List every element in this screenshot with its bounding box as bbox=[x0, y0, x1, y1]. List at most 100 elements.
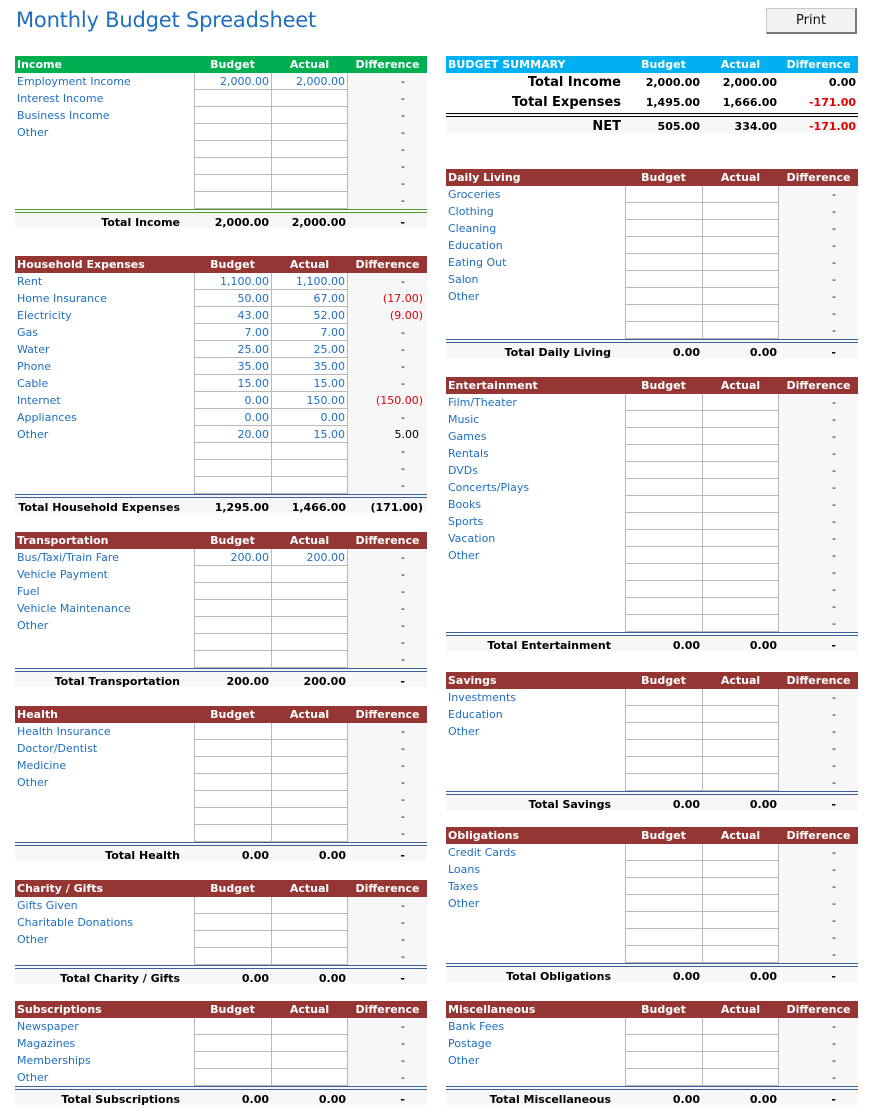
budget-cell[interactable] bbox=[625, 912, 702, 929]
budget-cell[interactable] bbox=[194, 634, 271, 651]
budget-cell[interactable] bbox=[194, 1052, 271, 1069]
actual-cell[interactable] bbox=[271, 617, 348, 634]
budget-cell[interactable]: 0.00 bbox=[194, 392, 271, 409]
budget-cell[interactable] bbox=[625, 723, 702, 740]
actual-cell[interactable] bbox=[271, 634, 348, 651]
actual-cell[interactable] bbox=[702, 254, 779, 271]
actual-cell[interactable] bbox=[271, 808, 348, 825]
actual-cell[interactable] bbox=[702, 411, 779, 428]
actual-cell[interactable] bbox=[271, 897, 348, 914]
budget-cell[interactable] bbox=[194, 566, 271, 583]
budget-cell[interactable] bbox=[625, 394, 702, 411]
actual-cell[interactable] bbox=[702, 689, 779, 706]
budget-cell[interactable] bbox=[194, 651, 271, 668]
budget-cell[interactable]: 1,100.00 bbox=[194, 273, 271, 290]
actual-cell[interactable] bbox=[271, 651, 348, 668]
actual-cell[interactable] bbox=[702, 428, 779, 445]
budget-cell[interactable] bbox=[194, 791, 271, 808]
actual-cell[interactable] bbox=[702, 220, 779, 237]
budget-cell[interactable] bbox=[625, 496, 702, 513]
actual-cell[interactable] bbox=[702, 878, 779, 895]
budget-cell[interactable] bbox=[625, 615, 702, 632]
budget-cell[interactable] bbox=[194, 107, 271, 124]
actual-cell[interactable]: 15.00 bbox=[271, 426, 348, 443]
actual-cell[interactable] bbox=[271, 1069, 348, 1086]
budget-cell[interactable] bbox=[625, 1018, 702, 1035]
budget-cell[interactable] bbox=[625, 598, 702, 615]
actual-cell[interactable] bbox=[271, 757, 348, 774]
actual-cell[interactable] bbox=[702, 271, 779, 288]
actual-cell[interactable] bbox=[271, 1052, 348, 1069]
actual-cell[interactable] bbox=[271, 948, 348, 965]
budget-cell[interactable] bbox=[625, 878, 702, 895]
budget-cell[interactable] bbox=[194, 723, 271, 740]
budget-cell[interactable] bbox=[194, 141, 271, 158]
budget-cell[interactable] bbox=[625, 462, 702, 479]
budget-cell[interactable] bbox=[625, 186, 702, 203]
budget-cell[interactable]: 20.00 bbox=[194, 426, 271, 443]
budget-cell[interactable] bbox=[625, 946, 702, 963]
budget-cell[interactable] bbox=[625, 774, 702, 791]
actual-cell[interactable]: 0.00 bbox=[271, 409, 348, 426]
budget-cell[interactable] bbox=[194, 825, 271, 842]
actual-cell[interactable] bbox=[271, 460, 348, 477]
actual-cell[interactable]: 35.00 bbox=[271, 358, 348, 375]
budget-cell[interactable] bbox=[625, 757, 702, 774]
actual-cell[interactable] bbox=[271, 931, 348, 948]
budget-cell[interactable] bbox=[625, 689, 702, 706]
actual-cell[interactable] bbox=[702, 237, 779, 254]
actual-cell[interactable] bbox=[271, 583, 348, 600]
budget-cell[interactable] bbox=[625, 581, 702, 598]
actual-cell[interactable] bbox=[702, 530, 779, 547]
actual-cell[interactable] bbox=[702, 394, 779, 411]
actual-cell[interactable] bbox=[702, 723, 779, 740]
actual-cell[interactable] bbox=[702, 861, 779, 878]
budget-cell[interactable] bbox=[194, 477, 271, 494]
budget-cell[interactable] bbox=[194, 460, 271, 477]
actual-cell[interactable] bbox=[702, 912, 779, 929]
actual-cell[interactable] bbox=[702, 774, 779, 791]
budget-cell[interactable]: 25.00 bbox=[194, 341, 271, 358]
actual-cell[interactable] bbox=[702, 305, 779, 322]
budget-cell[interactable]: 2,000.00 bbox=[194, 73, 271, 90]
budget-cell[interactable] bbox=[625, 288, 702, 305]
budget-cell[interactable] bbox=[194, 90, 271, 107]
actual-cell[interactable] bbox=[702, 462, 779, 479]
actual-cell[interactable] bbox=[271, 825, 348, 842]
budget-cell[interactable] bbox=[625, 305, 702, 322]
budget-cell[interactable] bbox=[194, 757, 271, 774]
budget-cell[interactable]: 200.00 bbox=[194, 549, 271, 566]
budget-cell[interactable] bbox=[194, 948, 271, 965]
budget-cell[interactable] bbox=[625, 1069, 702, 1086]
actual-cell[interactable] bbox=[702, 496, 779, 513]
budget-cell[interactable] bbox=[625, 861, 702, 878]
budget-cell[interactable] bbox=[194, 897, 271, 914]
actual-cell[interactable] bbox=[271, 723, 348, 740]
actual-cell[interactable] bbox=[702, 322, 779, 339]
budget-cell[interactable] bbox=[194, 1018, 271, 1035]
actual-cell[interactable] bbox=[702, 547, 779, 564]
actual-cell[interactable]: 200.00 bbox=[271, 549, 348, 566]
print-button[interactable]: Print bbox=[766, 8, 857, 34]
actual-cell[interactable] bbox=[271, 566, 348, 583]
actual-cell[interactable] bbox=[702, 757, 779, 774]
budget-cell[interactable] bbox=[625, 895, 702, 912]
actual-cell[interactable] bbox=[702, 706, 779, 723]
actual-cell[interactable] bbox=[702, 946, 779, 963]
budget-cell[interactable] bbox=[625, 740, 702, 757]
actual-cell[interactable] bbox=[702, 186, 779, 203]
actual-cell[interactable] bbox=[271, 477, 348, 494]
actual-cell[interactable] bbox=[702, 895, 779, 912]
budget-cell[interactable] bbox=[625, 530, 702, 547]
budget-cell[interactable] bbox=[194, 808, 271, 825]
actual-cell[interactable] bbox=[271, 192, 348, 209]
budget-cell[interactable] bbox=[625, 929, 702, 946]
budget-cell[interactable] bbox=[625, 445, 702, 462]
actual-cell[interactable]: 25.00 bbox=[271, 341, 348, 358]
budget-cell[interactable] bbox=[194, 1069, 271, 1086]
budget-cell[interactable] bbox=[194, 124, 271, 141]
budget-cell[interactable] bbox=[625, 203, 702, 220]
budget-cell[interactable] bbox=[625, 706, 702, 723]
actual-cell[interactable] bbox=[271, 90, 348, 107]
actual-cell[interactable] bbox=[702, 513, 779, 530]
